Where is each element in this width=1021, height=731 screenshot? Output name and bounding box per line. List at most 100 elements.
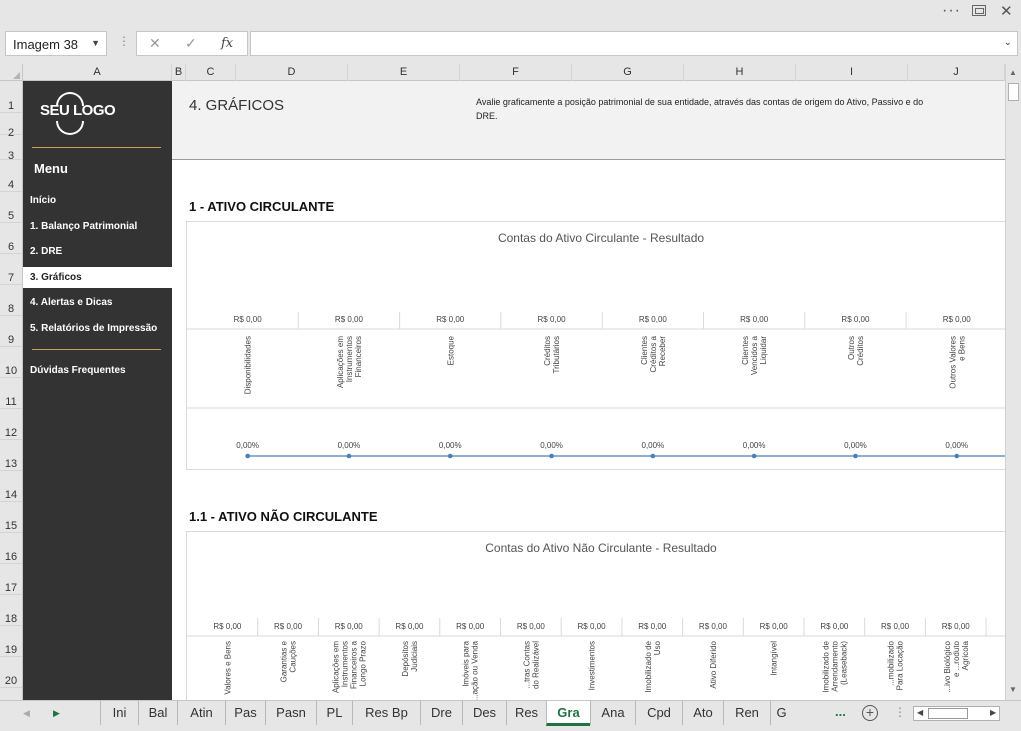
formula-input[interactable]: ⌄ [250,31,1018,56]
sidebar-item-duvidas[interactable]: Dúvidas Frequentes [23,360,172,381]
sheet-tab[interactable]: Bal [138,701,177,725]
sidebar-menu: SEU LOGO Menu Início 1. Balanço Patrimon… [23,81,172,700]
column-header[interactable]: G [572,64,684,81]
data-label: R$ 0,00 [841,315,870,324]
sheet-tab[interactable]: G [770,701,792,725]
column-header[interactable]: B [172,64,186,81]
scrollbar-thumb[interactable] [928,708,968,719]
row-header[interactable]: 2 [0,113,22,139]
row-header[interactable]: 11 [0,378,22,409]
category-label-line: Instrumentos [340,641,349,687]
category-label-text: Intangível [770,641,779,676]
chart-ativo-circulante[interactable]: Contas do Ativo Circulante - Resultado R… [186,221,1005,470]
row-header[interactable]: 20 [0,657,22,688]
sheet-tab[interactable]: Atin [177,701,225,725]
scroll-right-icon[interactable]: ▶ [990,708,996,717]
row-header[interactable]: 18 [0,595,22,626]
scroll-down-icon[interactable]: ▼ [1009,685,1017,694]
worksheet-grid[interactable]: SEU LOGO Menu Início 1. Balanço Patrimon… [23,81,1005,700]
row-header[interactable]: 8 [0,285,22,316]
category-label: CréditosTributários [543,336,561,374]
column-header[interactable]: H [684,64,796,81]
series-point-label: 0,00% [439,441,462,450]
more-options-icon[interactable]: ··· [942,2,961,20]
close-icon[interactable]: ✕ [1000,2,1013,20]
name-box[interactable]: Imagem 38 ▼ [5,31,107,56]
row-header[interactable]: 15 [0,502,22,533]
chart-ativo-nao-circulante[interactable]: Contas do Ativo Não Circulante - Resulta… [186,531,1005,700]
scroll-left-icon[interactable]: ◀ [917,708,923,717]
scroll-up-icon[interactable]: ▲ [1009,68,1017,77]
check-icon[interactable]: ✓ [185,35,197,52]
sheet-tab[interactable]: Pasn [265,701,316,725]
category-label: ClientesVencidos aLiquidar [741,335,768,375]
vertical-scrollbar[interactable]: ▲ ▼ [1005,64,1021,700]
category-label-line: ...ação ou Venda [471,640,480,700]
row-header[interactable]: 17 [0,564,22,595]
category-label: Intangível [770,641,779,676]
select-all-button[interactable] [0,64,23,81]
sidebar-item-relatorios[interactable]: 5. Relatórios de Impressão [23,318,172,339]
column-header[interactable]: D [236,64,348,81]
category-label-line: Cauções [289,641,298,673]
category-label-line: Outros Valores [948,336,957,389]
column-header[interactable]: E [348,64,460,81]
sheet-tab[interactable]: Gra [546,701,590,726]
sheet-tab[interactable]: PL [316,701,352,725]
row-header[interactable]: 6 [0,223,22,254]
data-label: R$ 0,00 [942,622,971,631]
expand-formula-icon[interactable]: ⌄ [1004,37,1012,48]
sheet-tab[interactable]: Ren [723,701,770,725]
cancel-icon[interactable]: ✕ [149,35,161,52]
restore-window-icon[interactable] [972,5,986,16]
row-header[interactable]: 9 [0,316,22,347]
sidebar-item-alertas[interactable]: 4. Alertas e Dicas [23,292,172,313]
section-title-ativo-circulante: 1 - ATIVO CIRCULANTE [189,199,335,214]
insert-function-icon[interactable]: fx [221,36,233,51]
row-header[interactable]: 19 [0,626,22,657]
sheet-tab[interactable]: Ato [682,701,723,725]
column-header[interactable]: C [186,64,236,81]
add-sheet-icon[interactable]: + [862,705,878,721]
sheet-tab[interactable]: Pas [225,701,265,725]
sidebar-item-inicio[interactable]: Início [23,190,172,211]
category-label-line: Clientes [640,336,649,365]
category-label: Imóveis para...ação ou Venda [462,640,480,700]
sheet-tab[interactable]: Ana [590,701,635,725]
row-header[interactable]: 14 [0,471,22,502]
sidebar-item-dre[interactable]: 2. DRE [23,241,172,262]
sheet-tab[interactable]: Ini [100,701,138,725]
column-header[interactable]: A [23,64,172,81]
data-label: R$ 0,00 [436,315,465,324]
row-header[interactable]: 7 [0,254,22,285]
more-sheets[interactable]: ... [835,704,846,719]
row-header[interactable]: 5 [0,192,22,223]
column-header[interactable]: F [460,64,572,81]
data-label: R$ 0,00 [335,622,364,631]
category-label-line: Agrícola [961,640,970,670]
row-header[interactable]: 1 [0,81,22,113]
row-header[interactable]: 10 [0,347,22,378]
sheet-tab[interactable]: Des [462,701,506,725]
sheet-tab[interactable]: Res [506,701,546,725]
row-header[interactable]: 12 [0,409,22,440]
sheet-tab[interactable]: Res Bp [352,701,420,725]
category-label-line: ...ivo Biológico [943,640,952,692]
next-sheet-icon[interactable]: ▶ [53,708,60,719]
row-header[interactable]: 4 [0,160,22,192]
row-header[interactable]: 16 [0,533,22,564]
data-label: R$ 0,00 [638,622,667,631]
sidebar-item-graficos[interactable]: 3. Gráficos [23,267,172,288]
scrollbar-thumb[interactable] [1008,83,1019,101]
sheet-tab[interactable]: Cpd [635,701,682,725]
row-header[interactable]: 3 [0,135,22,162]
chevron-down-icon[interactable]: ▼ [91,38,100,48]
horizontal-scrollbar[interactable]: ◀ ▶ [913,706,1000,721]
sidebar-item-balanco[interactable]: 1. Balanço Patrimonial [23,216,172,237]
column-header[interactable]: J [908,64,1005,81]
row-header[interactable]: 13 [0,440,22,471]
column-header[interactable]: I [796,64,908,81]
prev-sheet-icon[interactable]: ◀ [23,708,30,719]
sheet-tab[interactable]: Dre [420,701,462,725]
vertical-dots-icon: ⋮ [118,34,130,48]
